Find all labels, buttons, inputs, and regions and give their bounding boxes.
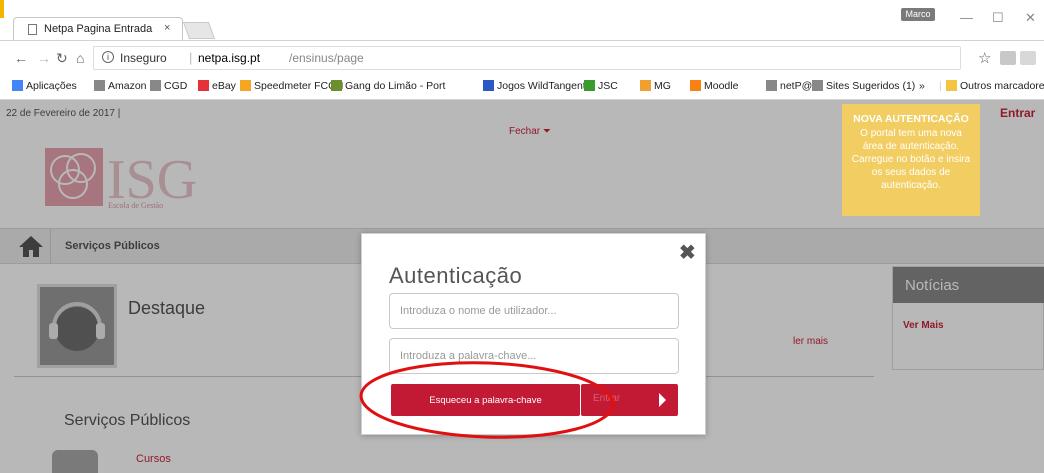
jsc-icon [584, 80, 595, 91]
close-window-icon[interactable]: ✕ [1025, 10, 1036, 26]
minimize-icon[interactable]: — [960, 10, 973, 25]
bookmarks-overflow-icon[interactable]: » [919, 80, 925, 92]
arrow-right-icon [659, 393, 666, 407]
bookmark-amazon[interactable]: Amazon [94, 80, 147, 92]
profile-button[interactable]: Marco [901, 8, 935, 21]
moodle-icon [690, 80, 701, 91]
ebay-icon [198, 80, 209, 91]
security-label: Inseguro [120, 51, 167, 65]
browser-tab[interactable]: Netpa Pagina Entrada × [13, 17, 183, 41]
bookmark-cgd[interactable]: CGD [150, 80, 187, 92]
bookmark-moodle[interactable]: Moodle [690, 80, 738, 92]
tab-title: Netpa Pagina Entrada [44, 23, 153, 35]
password-input[interactable] [389, 338, 679, 374]
forward-icon[interactable]: → [37, 50, 51, 66]
bookmark-aplica-es[interactable]: Aplicações [12, 80, 77, 92]
page-icon [94, 80, 105, 91]
window-edge-marker [0, 0, 4, 18]
address-bar[interactable]: i Inseguro | netpa.isg.pt /ensinus/page [93, 46, 961, 70]
tooltip-body: O portal tem uma nova área de autenticaç… [851, 128, 971, 191]
reload-icon[interactable]: ↻ [56, 50, 68, 67]
tooltip-title: NOVA AUTENTICAÇÃO [853, 113, 969, 125]
bookmark-speedmeter-fccn[interactable]: Speedmeter FCCN [240, 80, 343, 92]
login-button-label: Entrar [593, 393, 621, 404]
login-button[interactable]: Entrar [581, 384, 678, 416]
bookmark-sites-sugeridos-1[interactable]: Sites Sugeridos (1) [812, 80, 915, 92]
info-icon[interactable]: i [102, 51, 114, 63]
bookmarks-divider: | [939, 80, 942, 92]
bookmark-jsc[interactable]: JSC [584, 80, 618, 92]
url-separator: | [189, 50, 193, 65]
pdf-extension-icon[interactable] [1020, 51, 1036, 65]
bookmark-gang-do-lim-o-port[interactable]: Gang do Limão - Port [331, 80, 445, 92]
speedmeter-icon [240, 80, 251, 91]
page-icon [28, 24, 37, 35]
bookmark-jogos-wildtangent[interactable]: Jogos WildTangent [483, 80, 586, 92]
login-modal: ✖ Autenticação Esqueceu a palavra-chave … [361, 233, 706, 435]
close-icon[interactable]: ✖ [679, 240, 696, 265]
bookmark-netp[interactable]: netP@ [766, 80, 812, 92]
url-host: netpa.isg.pt [198, 51, 261, 65]
gang-icon [331, 80, 342, 91]
tab-close-icon[interactable]: × [164, 22, 170, 34]
bookmarks-bar: Aplicações Amazon CGD eBay Speedmeter FCCN Ga… [0, 74, 1044, 100]
page-icon [812, 80, 823, 91]
menu-icon[interactable]: ⋮ [1038, 50, 1044, 67]
bookmark-ebay[interactable]: eBay [198, 80, 236, 92]
home-browser-icon[interactable]: ⌂ [76, 50, 84, 66]
new-tab-button[interactable] [182, 22, 216, 39]
wildtangent-icon [483, 80, 494, 91]
bookmark-star-icon[interactable]: ☆ [978, 49, 991, 67]
page-icon [150, 80, 161, 91]
forgot-password-button[interactable]: Esqueceu a palavra-chave [391, 384, 580, 416]
folder-icon [946, 80, 957, 91]
bookmark-mg[interactable]: MG [640, 80, 671, 92]
maximize-icon[interactable]: ☐ [992, 10, 1004, 26]
mg-icon [640, 80, 651, 91]
url-path: /ensinus/page [289, 51, 364, 65]
extension-icon[interactable] [1000, 51, 1016, 65]
browser-toolbar: ← → ↻ ⌂ i Inseguro | netpa.isg.pt /ensin… [0, 40, 1044, 74]
back-icon[interactable]: ← [14, 50, 28, 66]
other-bookmarks[interactable]: Outros marcadores [946, 80, 1044, 92]
web-page: 22 de Fevereiro de 2017 | Entrar Fechar … [0, 100, 1044, 473]
page-icon [766, 80, 777, 91]
new-auth-tooltip: NOVA AUTENTICAÇÃO O portal tem uma nova … [842, 104, 980, 216]
apps-icon [12, 80, 23, 91]
modal-title: Autenticação [389, 263, 523, 288]
browser-titlebar: Netpa Pagina Entrada × Marco — ☐ ✕ [0, 0, 1044, 41]
username-input[interactable] [389, 293, 679, 329]
